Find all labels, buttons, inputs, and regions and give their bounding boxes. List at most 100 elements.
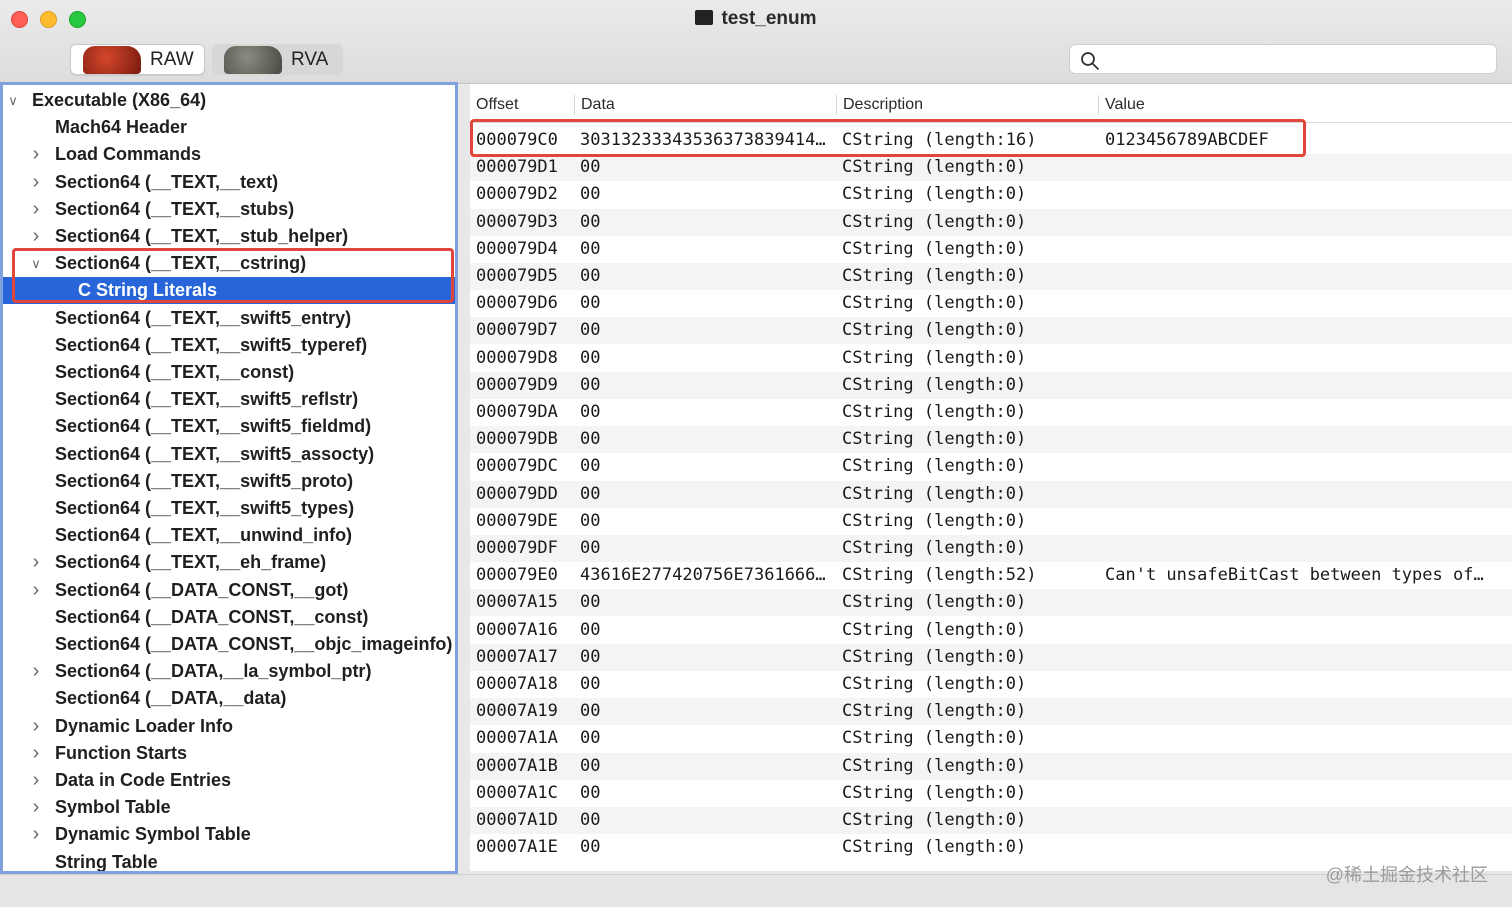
search-icon — [1081, 52, 1099, 70]
column-header-data[interactable]: Data — [574, 95, 836, 115]
split-view-divider[interactable] — [458, 84, 470, 874]
sidebar-item[interactable]: Section64 (__TEXT,__swift5_types) — [3, 495, 455, 522]
table-row[interactable]: 00007A1E 00 CString (length:0) — [470, 834, 1512, 861]
chevron-right-icon[interactable]: › — [29, 767, 43, 794]
column-header-value[interactable]: Value — [1098, 95, 1512, 115]
table-row[interactable]: 00007A16 00 CString (length:0) — [470, 617, 1512, 644]
sidebar-item-label: Function Starts — [55, 742, 188, 763]
chevron-right-icon[interactable]: › — [29, 223, 43, 250]
chevron-right-icon[interactable]: › — [29, 169, 43, 196]
table-row[interactable]: 000079D5 00 CString (length:0) — [470, 263, 1512, 290]
sidebar-item[interactable]: › Section64 (__TEXT,__eh_frame) — [3, 549, 455, 576]
chevron-right-icon[interactable]: › — [29, 713, 43, 740]
rva-mode-button[interactable]: RVA — [212, 44, 343, 75]
cell-offset: 000079C0 — [476, 130, 558, 150]
cell-description: CString (length:0) — [842, 320, 1027, 341]
sidebar-item[interactable]: Section64 (__DATA_CONST,__objc_imageinfo… — [3, 631, 455, 658]
table-row[interactable]: 000079DC 00 CString (length:0) — [470, 453, 1512, 480]
chevron-right-icon[interactable]: › — [29, 549, 43, 576]
cell-description: CString (length:0) — [842, 347, 1027, 368]
table-row[interactable]: 00007A18 00 CString (length:0) — [470, 671, 1512, 698]
table-row[interactable]: 000079E0 43616E277420756E7361666… CString … — [470, 562, 1512, 589]
cell-description: CString (length:0) — [842, 619, 1027, 640]
raw-mode-button[interactable]: RAW — [70, 44, 205, 75]
cell-description: CString (length:0) — [842, 402, 1027, 422]
sidebar-item[interactable]: Section64 (__TEXT,__swift5_typeref) — [3, 332, 455, 359]
sidebar-item[interactable]: Section64 (__TEXT,__swift5_proto) — [3, 468, 455, 495]
chevron-right-icon[interactable]: › — [29, 658, 43, 685]
sidebar-item[interactable]: Section64 (__TEXT,__swift5_assocty) — [3, 441, 455, 468]
table-row[interactable]: 00007A1C 00 CString (length:0) — [470, 780, 1512, 807]
chevron-down-icon[interactable]: ∨ — [6, 87, 20, 114]
sidebar-item[interactable]: › Dynamic Symbol Table — [3, 821, 455, 848]
column-header-offset[interactable]: Offset — [470, 95, 574, 115]
sidebar-item[interactable]: › Symbol Table — [3, 794, 455, 821]
chevron-right-icon[interactable]: › — [29, 821, 43, 848]
sidebar-item[interactable]: String Table — [3, 849, 455, 871]
sidebar-item[interactable]: › Dynamic Loader Info — [3, 713, 455, 740]
sidebar-item[interactable]: Section64 (__DATA,__data) — [3, 685, 455, 712]
table-row[interactable]: 000079D3 00 CString (length:0) — [470, 208, 1512, 236]
sidebar-item[interactable]: Section64 (__TEXT,__unwind_info) — [3, 522, 455, 549]
table-row[interactable]: 000079D8 00 CString (length:0) — [470, 345, 1512, 372]
table-row[interactable]: 000079D2 00 CString (length:0) — [470, 181, 1512, 208]
sidebar-item[interactable]: ∨ Executable (X86_64) — [3, 87, 455, 114]
sidebar-item[interactable]: › Section64 (__DATA_CONST,__got) — [3, 577, 455, 604]
sidebar-item[interactable]: ∨ Section64 (__TEXT,__cstring) — [3, 250, 455, 277]
cell-offset: 000079DE — [476, 510, 558, 531]
sidebar-item[interactable]: › Data in Code Entries — [3, 767, 455, 794]
sidebar-item[interactable]: › Load Commands — [3, 141, 455, 168]
table-row[interactable]: 00007A1D 00 CString (length:0) — [470, 807, 1512, 834]
table-row[interactable]: 00007A15 00 CString (length:0) — [470, 589, 1512, 617]
chevron-right-icon[interactable]: › — [29, 740, 43, 767]
table-row[interactable]: 000079D7 00 CString (length:0) — [470, 317, 1512, 345]
cell-offset: 000079DD — [476, 483, 558, 504]
column-header-description[interactable]: Description — [836, 95, 1098, 115]
cell-offset: 00007A1E — [476, 837, 558, 858]
data-table[interactable]: Offset Data Description Value 000079C0 30… — [470, 84, 1512, 871]
sidebar-item[interactable]: › Section64 (__TEXT,__stubs) — [3, 196, 455, 223]
cell-data: 00 — [580, 157, 601, 178]
table-row[interactable]: 000079DD 00 CString (length:0) — [470, 480, 1512, 508]
search-field[interactable] — [1069, 44, 1497, 74]
table-row[interactable]: 000079DF 00 CString (length:0) — [470, 535, 1512, 562]
sidebar-item[interactable]: › Section64 (__TEXT,__text) — [3, 169, 455, 196]
chevron-right-icon[interactable]: › — [29, 794, 43, 821]
chevron-right-icon[interactable]: › — [29, 196, 43, 223]
cell-offset: 00007A15 — [476, 592, 558, 613]
cell-offset: 000079DB — [476, 429, 558, 450]
table-row[interactable]: 00007A1A 00 CString (length:0) — [470, 725, 1512, 752]
table-row[interactable]: 000079DE 00 CString (length:0) — [470, 508, 1512, 535]
sidebar-item[interactable]: Section64 (__DATA_CONST,__const) — [3, 604, 455, 631]
sidebar-item[interactable]: › Function Starts — [3, 740, 455, 767]
table-row[interactable]: 000079DA 00 CString (length:0) — [470, 399, 1512, 426]
table-row[interactable]: 000079C0 30313233343536373839414… CString … — [470, 127, 1512, 154]
table-row[interactable]: 000079DB 00 CString (length:0) — [470, 426, 1512, 454]
cell-value: 0123456789ABCDEF — [1105, 130, 1269, 150]
sidebar-item[interactable]: › Section64 (__DATA,__la_symbol_ptr) — [3, 658, 455, 685]
table-row[interactable]: 000079D1 00 CString (length:0) — [470, 154, 1512, 182]
sidebar-item[interactable]: Section64 (__TEXT,__const) — [3, 359, 455, 386]
table-row[interactable]: 000079D6 00 CString (length:0) — [470, 290, 1512, 317]
cell-description: CString (length:0) — [842, 674, 1027, 694]
sidebar-item[interactable]: › Section64 (__TEXT,__stub_helper) — [3, 223, 455, 250]
table-row[interactable]: 00007A1B 00 CString (length:0) — [470, 752, 1512, 780]
cell-data: 00 — [580, 674, 601, 694]
table-row[interactable]: 00007A19 00 CString (length:0) — [470, 698, 1512, 726]
sidebar-item-selected[interactable]: C String Literals — [3, 277, 455, 305]
sidebar-item[interactable]: Section64 (__TEXT,__swift5_fieldmd) — [3, 413, 455, 440]
cell-data: 00 — [580, 238, 601, 259]
chevron-right-icon[interactable]: › — [29, 577, 43, 604]
sidebar-item[interactable]: Mach64 Header — [3, 114, 455, 141]
sidebar-item[interactable]: Section64 (__TEXT,__swift5_entry) — [3, 305, 455, 332]
sidebar-item-label: Section64 (__TEXT,__stub_helper) — [55, 226, 349, 246]
chevron-down-icon[interactable]: ∨ — [29, 250, 43, 277]
sidebar-item-label: Symbol Table — [55, 797, 171, 818]
table-row[interactable]: 000079D9 00 CString (length:0) — [470, 371, 1512, 399]
sidebar-tree[interactable]: ∨ Executable (X86_64) Mach64 Header › Load C… — [0, 82, 458, 874]
chevron-right-icon[interactable]: › — [29, 141, 43, 168]
sidebar-item[interactable]: Section64 (__TEXT,__swift5_reflstr) — [3, 386, 455, 413]
table-row[interactable]: 000079D4 00 CString (length:0) — [470, 236, 1512, 263]
cell-offset: 00007A1B — [476, 755, 558, 776]
table-row[interactable]: 00007A17 00 CString (length:0) — [470, 643, 1512, 671]
